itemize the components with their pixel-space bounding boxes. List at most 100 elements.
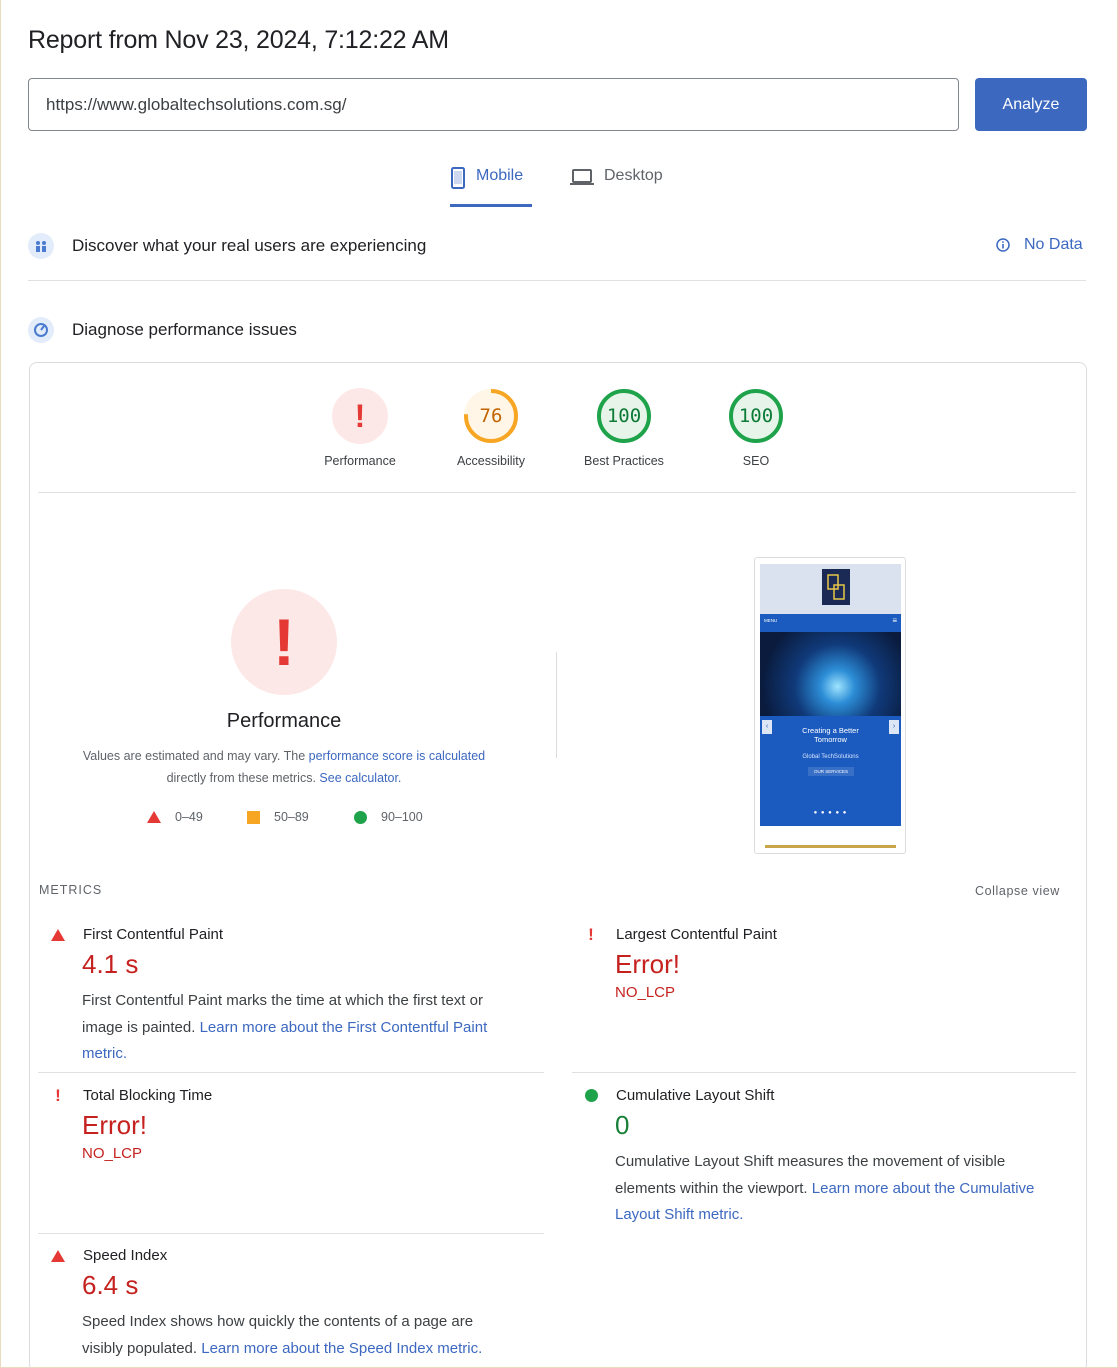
metric-divider [38,1072,544,1073]
legend-fail: 0–49 [147,810,203,824]
url-input-value: https://www.globaltechsolutions.com.sg/ [46,94,347,114]
legend-range: 50–89 [274,810,309,824]
triangle-icon [51,928,65,941]
circle-icon [584,1089,598,1102]
metric-error-code: NO_LCP [82,1145,143,1162]
performance-explanation: Values are estimated and may vary. The p… [60,745,508,789]
section-divider [28,280,1086,281]
no-data-status[interactable]: No Data [996,236,1083,254]
metric-value: 4.1 s [82,949,139,979]
circle-icon [354,810,367,824]
score-label: SEO [742,454,770,468]
legend-range: 90–100 [381,810,423,824]
metric-speed-index: Speed Index 6.4 s Speed Index shows how … [51,1247,511,1362]
performance-score-ring: ! [332,388,388,444]
learn-more-speed-index-link[interactable]: Learn more about the Speed Index metric. [201,1340,482,1357]
metric-description: Speed Index shows how quickly the conten… [82,1309,511,1362]
score-value: 76 [479,405,503,427]
real-users-section-header: Discover what your real users are experi… [28,233,426,259]
score-label: Performance [324,454,396,468]
seo-score-ring: 100 [728,388,784,444]
collapse-view-button[interactable]: Collapse view [975,884,1060,898]
metric-value: Error! [82,1110,147,1140]
score-label: Accessibility [456,454,526,468]
metric-total-blocking-time: ! Total Blocking Time Error! NO_LCP [51,1087,511,1162]
metric-divider [38,1233,544,1234]
vertical-separator [556,652,557,758]
legend-range: 0–49 [175,810,203,824]
score-gauge-best-practices[interactable]: 100 Best Practices [564,388,684,468]
triangle-icon [147,811,161,823]
hamburger-icon: ≡ [892,616,897,625]
carousel-dots: ● ● ● ● ● [813,810,848,816]
users-icon [28,233,54,259]
score-calculated-link[interactable]: performance score is calculated [309,749,485,763]
no-data-label: No Data [1024,236,1083,253]
see-calculator-link[interactable]: See calculator. [319,771,401,785]
site-logo-icon [822,569,850,605]
metric-error-code: NO_LCP [615,984,676,1001]
page-screenshot-thumbnail[interactable]: MENU ≡ ‹ › Creating a Better Tomorrow Gl… [754,557,906,854]
hero-button: OUR SERVICES [808,767,854,776]
score-gauge-accessibility[interactable]: 76 Accessibility [431,388,551,468]
tab-mobile[interactable]: Mobile [450,163,532,207]
performance-title: Performance [226,710,342,732]
hero-title-line: Tomorrow [814,735,847,744]
best-practices-score-ring: 100 [596,388,652,444]
error-icon: ! [273,605,295,679]
info-icon [996,238,1010,252]
metric-cumulative-layout-shift: Cumulative Layout Shift 0 Cumulative Lay… [584,1087,1044,1229]
legend-average: 50–89 [247,810,309,824]
score-gauge-seo[interactable]: 100 SEO [696,388,816,468]
speedometer-icon [28,317,54,343]
hero-image [760,632,901,716]
thumbnail-hero: MENU ≡ ‹ › Creating a Better Tomorrow Gl… [760,614,901,826]
metric-description: Cumulative Layout Shift measures the mov… [615,1149,1044,1229]
tab-mobile-label: Mobile [476,167,524,184]
metric-value: Error! [615,949,680,979]
performance-big-gauge: ! [231,589,337,695]
error-icon: ! [588,925,594,944]
laptop-icon [570,169,594,185]
scores-divider [38,492,1076,493]
metric-divider [572,1072,1076,1073]
accessibility-score-ring: 76 [463,388,519,444]
metric-description: First Contentful Paint marks the time at… [82,988,511,1068]
metric-value: 6.4 s [82,1270,139,1300]
score-value: 100 [738,405,774,427]
analyze-button[interactable]: Analyze [975,78,1087,131]
explain-text: Values are estimated and may vary. The [82,749,309,763]
metric-name: First Contentful Paint [83,926,224,943]
smartphone-icon [451,167,465,189]
diagnose-section-header: Diagnose performance issues [28,317,297,343]
metric-name: Cumulative Layout Shift [616,1087,775,1104]
metric-name: Largest Contentful Paint [616,926,777,943]
score-gauge-performance[interactable]: ! Performance [300,388,420,468]
page-title: Report from Nov 23, 2024, 7:12:22 AM [28,26,449,54]
diagnose-title: Diagnose performance issues [72,320,297,339]
url-input[interactable]: https://www.globaltechsolutions.com.sg/ [28,78,959,131]
tab-desktop-label: Desktop [604,167,663,184]
metric-largest-contentful-paint: ! Largest Contentful Paint Error! NO_LCP [584,926,1044,1001]
hero-title: Creating a Better Tomorrow [760,726,901,744]
thumbnail-menu-label: MENU [764,618,778,623]
score-label: Best Practices [584,454,664,468]
real-users-title: Discover what your real users are experi… [72,236,427,255]
tab-desktop[interactable]: Desktop [570,163,663,207]
metrics-heading: METRICS [39,883,103,897]
metric-value: 0 [615,1110,630,1140]
error-icon: ! [55,1086,61,1105]
explain-text: directly from these metrics. [166,771,320,785]
legend-pass: 90–100 [354,810,423,824]
hero-subtitle: Global TechSolutions [802,754,859,760]
thumbnail-footer-bar [765,845,896,848]
score-value: 100 [606,405,642,427]
square-icon [247,810,260,824]
hero-title-line: Creating a Better [802,726,859,735]
thumbnail-header [760,564,901,614]
error-icon: ! [354,398,366,434]
metric-name: Speed Index [83,1247,168,1264]
metric-name: Total Blocking Time [83,1087,213,1104]
metric-first-contentful-paint: First Contentful Paint 4.1 s First Conte… [51,926,511,1068]
triangle-icon [51,1249,65,1262]
